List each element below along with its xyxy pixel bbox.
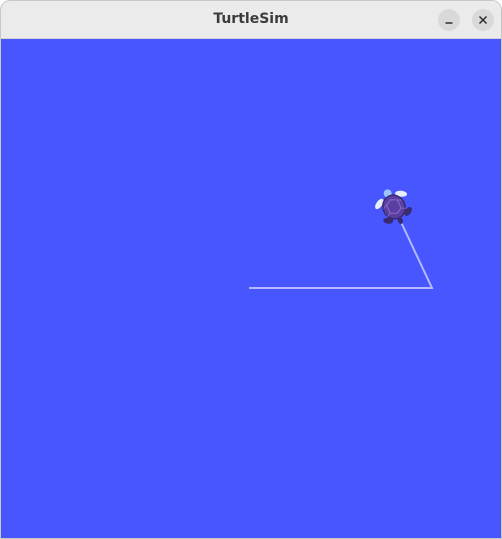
turtle-canvas: [1, 39, 501, 538]
window-title: TurtleSim: [213, 11, 289, 27]
title-bar[interactable]: TurtleSim: [1, 1, 501, 39]
close-icon: [478, 15, 488, 25]
minimize-icon: [445, 22, 453, 24]
close-button[interactable]: [472, 9, 494, 31]
turtlesim-window: TurtleSim: [0, 0, 502, 539]
minimize-button[interactable]: [438, 9, 460, 31]
